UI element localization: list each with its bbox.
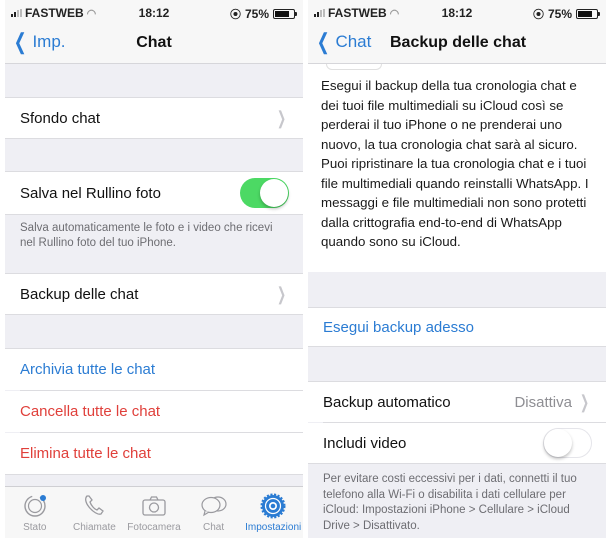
chat-backup-screen: Esegui il backup della tua cronologia ch… bbox=[308, 0, 606, 538]
data-cost-footnote: Per evitare costi eccessivi per i dati, … bbox=[323, 473, 577, 532]
status-icon bbox=[20, 493, 50, 519]
carrier-info: FASTWEB ◠ bbox=[314, 6, 399, 20]
back-label: Imp. bbox=[32, 32, 66, 51]
tab-chat[interactable]: Chat bbox=[184, 487, 244, 538]
save-to-roll-toggle[interactable] bbox=[240, 178, 289, 208]
chat-bubbles-icon bbox=[199, 493, 229, 519]
tab-label: Chiamate bbox=[72, 522, 116, 533]
tab-label: Chat bbox=[203, 522, 225, 533]
rotation-lock-icon: ⦿ bbox=[532, 9, 544, 21]
include-video-row: Includi video bbox=[308, 423, 606, 464]
clock: 18:12 bbox=[441, 6, 473, 20]
chevron-right-icon: ❯ bbox=[579, 391, 589, 412]
tab-label: Fotocamera bbox=[127, 522, 181, 533]
wallpaper-row[interactable]: Sfondo chat ❯ bbox=[5, 97, 303, 139]
carrier-name: FASTWEB bbox=[328, 6, 387, 20]
archive-all-label: Archivia tutte le chat bbox=[20, 361, 156, 378]
backup-description: Esegui il backup della tua cronologia ch… bbox=[321, 78, 589, 249]
cloud-illustration-edge bbox=[326, 64, 382, 70]
signal-icon bbox=[11, 9, 22, 17]
clear-all-row[interactable]: Cancella tutte le chat bbox=[5, 391, 303, 432]
battery-icon bbox=[273, 9, 297, 19]
carrier-info: FASTWEB ◠ bbox=[11, 6, 96, 20]
battery-percent: 75% bbox=[244, 7, 269, 21]
settings-gear-icon bbox=[258, 493, 288, 519]
signal-icon bbox=[314, 9, 325, 17]
rotation-lock-icon: ⦿ bbox=[229, 9, 241, 21]
battery-percent: 75% bbox=[547, 7, 572, 21]
backup-now-button[interactable]: Esegui backup adesso bbox=[308, 307, 606, 347]
tab-chiamate[interactable]: Chiamate bbox=[65, 487, 125, 538]
status-bar: FASTWEB ◠ 18:12 ⦿ 75% bbox=[308, 6, 606, 22]
back-label: Chat bbox=[335, 32, 372, 51]
tab-stato[interactable]: Stato bbox=[5, 487, 65, 538]
backup-description-panel: Esegui il backup della tua cronologia ch… bbox=[308, 64, 606, 272]
battery-icon bbox=[576, 9, 600, 19]
toggle-knob bbox=[544, 429, 572, 457]
clear-all-label: Cancella tutte le chat bbox=[20, 403, 161, 420]
tab-fotocamera[interactable]: Fotocamera bbox=[124, 487, 184, 538]
auto-backup-row[interactable]: Backup automatico Disattiva ❯ bbox=[308, 381, 606, 422]
delete-all-row[interactable]: Elimina tutte le chat bbox=[5, 433, 303, 475]
chevron-left-icon: ❮ bbox=[13, 29, 27, 54]
wallpaper-label: Sfondo chat bbox=[20, 109, 101, 127]
page-title: Chat bbox=[136, 34, 172, 51]
tab-label: Impostazioni bbox=[245, 522, 302, 533]
status-bar: FASTWEB ◠ 18:12 ⦿ 75% bbox=[5, 6, 303, 22]
chevron-right-icon: ❯ bbox=[276, 107, 286, 128]
navigation-bar: ❮ Imp. Chat bbox=[5, 28, 303, 60]
backup-label: Backup delle chat bbox=[20, 285, 139, 303]
wifi-icon: ◠ bbox=[389, 7, 400, 20]
save-to-roll-footnote: Salva automaticamente le foto e i video … bbox=[20, 222, 273, 249]
auto-backup-value: Disattiva bbox=[514, 393, 572, 411]
backup-row[interactable]: Backup delle chat ❯ bbox=[5, 273, 303, 315]
clock: 18:12 bbox=[138, 6, 170, 20]
back-button[interactable]: ❮ Chat bbox=[314, 29, 372, 54]
save-to-roll-row: Salva nel Rullino foto bbox=[5, 171, 303, 215]
toggle-knob bbox=[260, 179, 288, 207]
wifi-icon: ◠ bbox=[86, 7, 97, 20]
include-video-toggle[interactable] bbox=[543, 428, 592, 458]
tab-bar: Stato Chiamate Fotocamera Chat Impostazi… bbox=[5, 486, 303, 538]
tab-label: Stato bbox=[23, 522, 47, 533]
phone-icon bbox=[79, 493, 109, 519]
delete-all-label: Elimina tutte le chat bbox=[20, 445, 151, 462]
archive-all-row[interactable]: Archivia tutte le chat bbox=[5, 348, 303, 390]
top-bar: FASTWEB ◠ 18:12 ⦿ 75% ❮ Imp. Chat bbox=[5, 0, 303, 64]
chevron-right-icon: ❯ bbox=[276, 283, 286, 304]
back-button[interactable]: ❮ Imp. bbox=[11, 29, 66, 54]
top-bar: FASTWEB ◠ 18:12 ⦿ 75% ❮ Chat Backup dell… bbox=[308, 0, 606, 64]
chat-settings-screen: FASTWEB ◠ 18:12 ⦿ 75% ❮ Imp. Chat Sfondo… bbox=[5, 0, 303, 538]
tab-impostazioni[interactable]: Impostazioni bbox=[243, 487, 303, 538]
navigation-bar: ❮ Chat Backup delle chat bbox=[308, 28, 606, 60]
backup-now-label: Esegui backup adesso bbox=[323, 318, 474, 336]
page-title: Backup delle chat bbox=[390, 34, 527, 51]
chevron-left-icon: ❮ bbox=[316, 29, 330, 54]
carrier-name: FASTWEB bbox=[25, 6, 84, 20]
camera-icon bbox=[139, 493, 169, 519]
